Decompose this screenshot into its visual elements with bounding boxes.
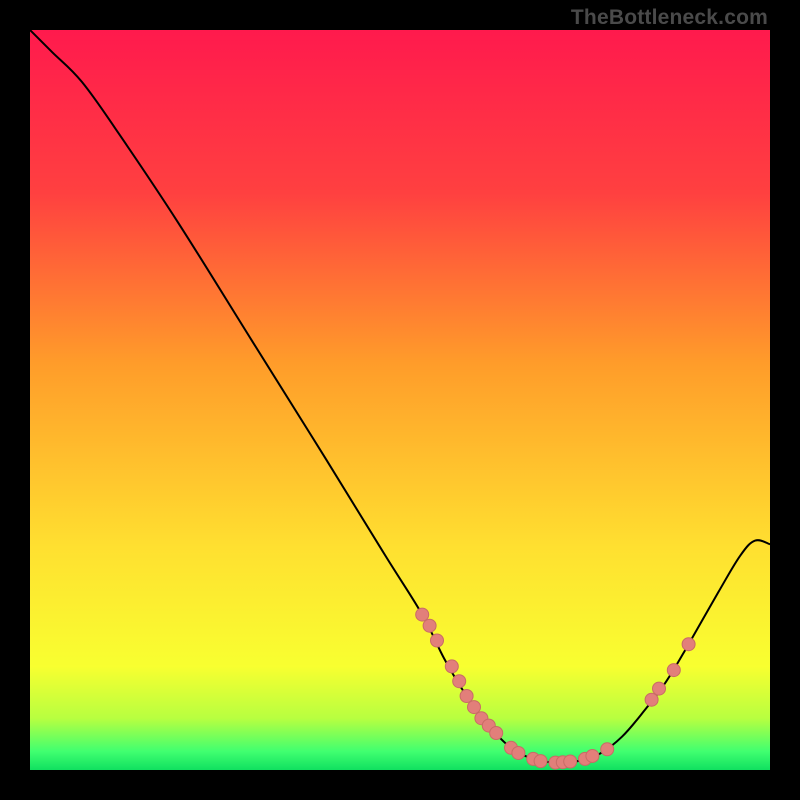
plot-area xyxy=(30,30,770,770)
data-point xyxy=(653,682,666,695)
data-point xyxy=(460,690,473,703)
data-point xyxy=(468,701,481,714)
data-point xyxy=(586,749,599,762)
chart-frame: TheBottleneck.com xyxy=(0,0,800,800)
data-point xyxy=(682,638,695,651)
data-point xyxy=(423,619,436,632)
data-point xyxy=(490,727,503,740)
data-point xyxy=(667,664,680,677)
data-point xyxy=(416,608,429,621)
attribution-text: TheBottleneck.com xyxy=(571,6,768,30)
data-point xyxy=(601,743,614,756)
data-point xyxy=(534,755,547,768)
data-point xyxy=(445,660,458,673)
data-point xyxy=(512,746,525,759)
data-point xyxy=(453,675,466,688)
data-point xyxy=(645,693,658,706)
chart-svg xyxy=(30,30,770,770)
data-point xyxy=(431,634,444,647)
gradient-rect xyxy=(30,30,770,770)
data-point xyxy=(564,755,577,768)
